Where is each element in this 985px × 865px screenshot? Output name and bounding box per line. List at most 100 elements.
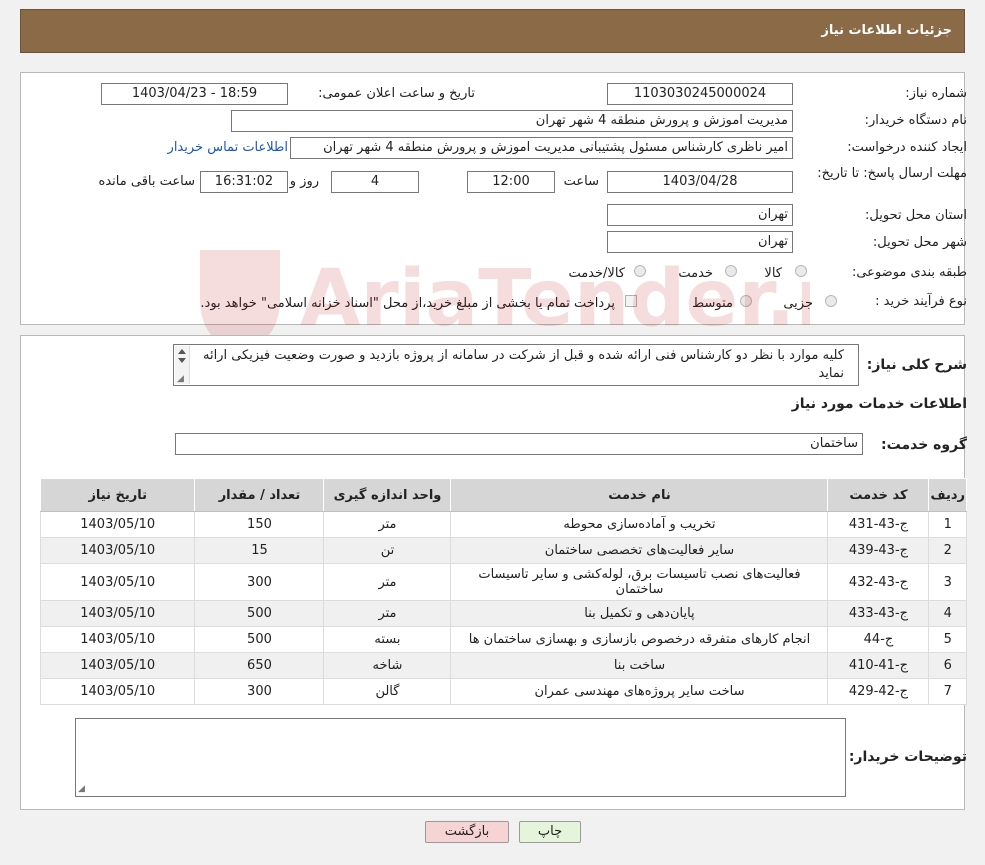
table-row: 5 ج-44 انجام کارهای متفرقه درخصوص بازساز…: [39, 626, 967, 653]
deadline-date-field: 1403/04/28: [607, 171, 793, 193]
table-row: 4 ج-43-433 پایان‌دهی و تکمیل بنا متر 500…: [39, 600, 967, 627]
table-row: 7 ج-42-429 ساخت سایر پروژه‌های مهندسی عم…: [39, 678, 967, 705]
deadline-time-field: 12:00: [467, 171, 555, 193]
table-row: 3 ج-43-432 فعالیت‌های نصب تاسیسات برق، ل…: [39, 563, 967, 601]
col-service-name: نام خدمت: [450, 478, 829, 512]
resize-grip-icon[interactable]: ◢: [78, 785, 85, 794]
cell-qty: 15: [194, 537, 325, 564]
category-radio-goods-service[interactable]: [634, 265, 646, 277]
summary-textarea[interactable]: کلیه موارد با نظر دو کارشناس فنی ارائه ش…: [173, 344, 859, 386]
category-option-goods: کالا: [764, 266, 782, 281]
cell-unit: گالن: [323, 678, 452, 705]
city-label: شهر محل تحویل:: [872, 235, 967, 250]
treasury-payment-note: پرداخت تمام یا بخشی از مبلغ خرید،از محل …: [200, 296, 615, 311]
cell-qty: 500: [194, 626, 325, 653]
cell-qty: 300: [194, 678, 325, 705]
cell-index: 4: [928, 600, 967, 627]
treasury-payment-checkbox[interactable]: [625, 295, 637, 307]
buyer-contact-link[interactable]: اطلاعات تماس خریدار: [168, 140, 288, 155]
summary-label: شرح کلی نیاز:: [866, 357, 967, 373]
cell-code: ج-44: [827, 626, 930, 653]
services-table: ردیف کد خدمت نام خدمت واحد اندازه گیری ت…: [39, 478, 967, 705]
scroll-up-icon[interactable]: [178, 349, 186, 354]
cell-code: ج-43-439: [827, 537, 930, 564]
summary-scrollbar[interactable]: ◢: [175, 346, 190, 384]
cell-qty: 150: [194, 511, 325, 538]
need-number-field: 1103030245000024: [607, 83, 793, 105]
back-button[interactable]: بازگشت: [425, 821, 509, 843]
cell-name: تخریب و آماده‌سازی محوطه: [450, 511, 829, 538]
cell-qty: 650: [194, 652, 325, 679]
cell-unit: شاخه: [323, 652, 452, 679]
cell-qty: 500: [194, 600, 325, 627]
col-quantity: تعداد / مقدار: [194, 478, 325, 512]
days-field: 4: [331, 171, 419, 193]
category-option-goods-service: کالا/خدمت: [568, 266, 625, 281]
process-option-medium: متوسط: [692, 296, 733, 311]
cell-index: 6: [928, 652, 967, 679]
cell-name: پایان‌دهی و تکمیل بنا: [450, 600, 829, 627]
cell-unit: بسته: [323, 626, 452, 653]
table-row: 1 ج-43-431 تخریب و آماده‌سازی محوطه متر …: [39, 511, 967, 538]
cell-index: 3: [928, 563, 967, 601]
deadline-label: مهلت ارسال پاسخ: تا تاریخ:: [817, 166, 967, 181]
print-button[interactable]: چاپ: [519, 821, 581, 843]
category-label: طبقه بندی موضوعی:: [851, 265, 967, 280]
buyer-org-field: مدیریت اموزش و پرورش منطقه 4 شهر تهران: [231, 110, 793, 132]
city-field: تهران: [607, 231, 793, 253]
cell-unit: متر: [323, 563, 452, 601]
services-section-title: اطلاعات خدمات مورد نیاز: [791, 396, 967, 412]
table-row: 2 ج-43-439 سایر فعالیت‌های تخصصی ساختمان…: [39, 537, 967, 564]
process-radio-medium[interactable]: [740, 295, 752, 307]
table-header-row: ردیف کد خدمت نام خدمت واحد اندازه گیری ت…: [39, 478, 967, 512]
service-group-label: گروه خدمت:: [881, 437, 967, 453]
buyer-notes-textarea[interactable]: ◢: [75, 718, 846, 797]
summary-text: کلیه موارد با نظر دو کارشناس فنی ارائه ش…: [202, 348, 844, 381]
page-header: جزئیات اطلاعات نیاز: [20, 9, 965, 53]
province-label: استان محل تحویل:: [865, 208, 967, 223]
cell-index: 1: [928, 511, 967, 538]
deadline-time-label: ساعت: [563, 174, 599, 189]
process-option-minor: جزیی: [783, 296, 813, 311]
creator-label: ایجاد کننده درخواست:: [847, 140, 967, 155]
col-row-index: ردیف: [928, 478, 967, 512]
cell-unit: متر: [323, 600, 452, 627]
cell-unit: متر: [323, 511, 452, 538]
need-number-label: شماره نیاز:: [905, 86, 967, 101]
creator-field: امیر ناظری کارشناس مسئول پشتیبانی مدیریت…: [290, 137, 793, 159]
cell-code: ج-43-433: [827, 600, 930, 627]
col-unit: واحد اندازه گیری: [323, 478, 452, 512]
cell-index: 2: [928, 537, 967, 564]
scroll-down-icon[interactable]: [178, 358, 186, 363]
cell-code: ج-43-431: [827, 511, 930, 538]
cell-index: 5: [928, 626, 967, 653]
category-option-service: خدمت: [678, 266, 713, 281]
cell-date: 1403/05/10: [39, 678, 196, 705]
buyer-org-label: نام دستگاه خریدار:: [864, 113, 967, 128]
cell-name: سایر فعالیت‌های تخصصی ساختمان: [450, 537, 829, 564]
resize-grip-icon[interactable]: ◢: [177, 375, 187, 384]
buyer-notes-label: توضیحات خریدار:: [848, 749, 967, 765]
cell-code: ج-42-429: [827, 678, 930, 705]
cell-name: ساخت سایر پروژه‌های مهندسی عمران: [450, 678, 829, 705]
process-radio-minor[interactable]: [825, 295, 837, 307]
cell-code: ج-41-410: [827, 652, 930, 679]
cell-date: 1403/05/10: [39, 537, 196, 564]
cell-qty: 300: [194, 563, 325, 601]
days-label: روز و: [289, 174, 319, 189]
announce-label: تاریخ و ساعت اعلان عمومی:: [318, 86, 475, 101]
cell-date: 1403/05/10: [39, 600, 196, 627]
table-row: 6 ج-41-410 ساخت بنا شاخه 650 1403/05/10: [39, 652, 967, 679]
cell-date: 1403/05/10: [39, 511, 196, 538]
category-radio-goods[interactable]: [795, 265, 807, 277]
cell-index: 7: [928, 678, 967, 705]
remaining-label: ساعت باقی مانده: [98, 174, 195, 189]
category-radio-service[interactable]: [725, 265, 737, 277]
col-service-code: کد خدمت: [827, 478, 930, 512]
cell-date: 1403/05/10: [39, 626, 196, 653]
cell-name: انجام کارهای متفرقه درخصوص بازسازی و بهس…: [450, 626, 829, 653]
col-need-date: تاریخ نیاز: [39, 478, 196, 512]
cell-code: ج-43-432: [827, 563, 930, 601]
province-field: تهران: [607, 204, 793, 226]
cell-name: فعالیت‌های نصب تاسیسات برق، لوله‌کشی و س…: [450, 563, 829, 601]
